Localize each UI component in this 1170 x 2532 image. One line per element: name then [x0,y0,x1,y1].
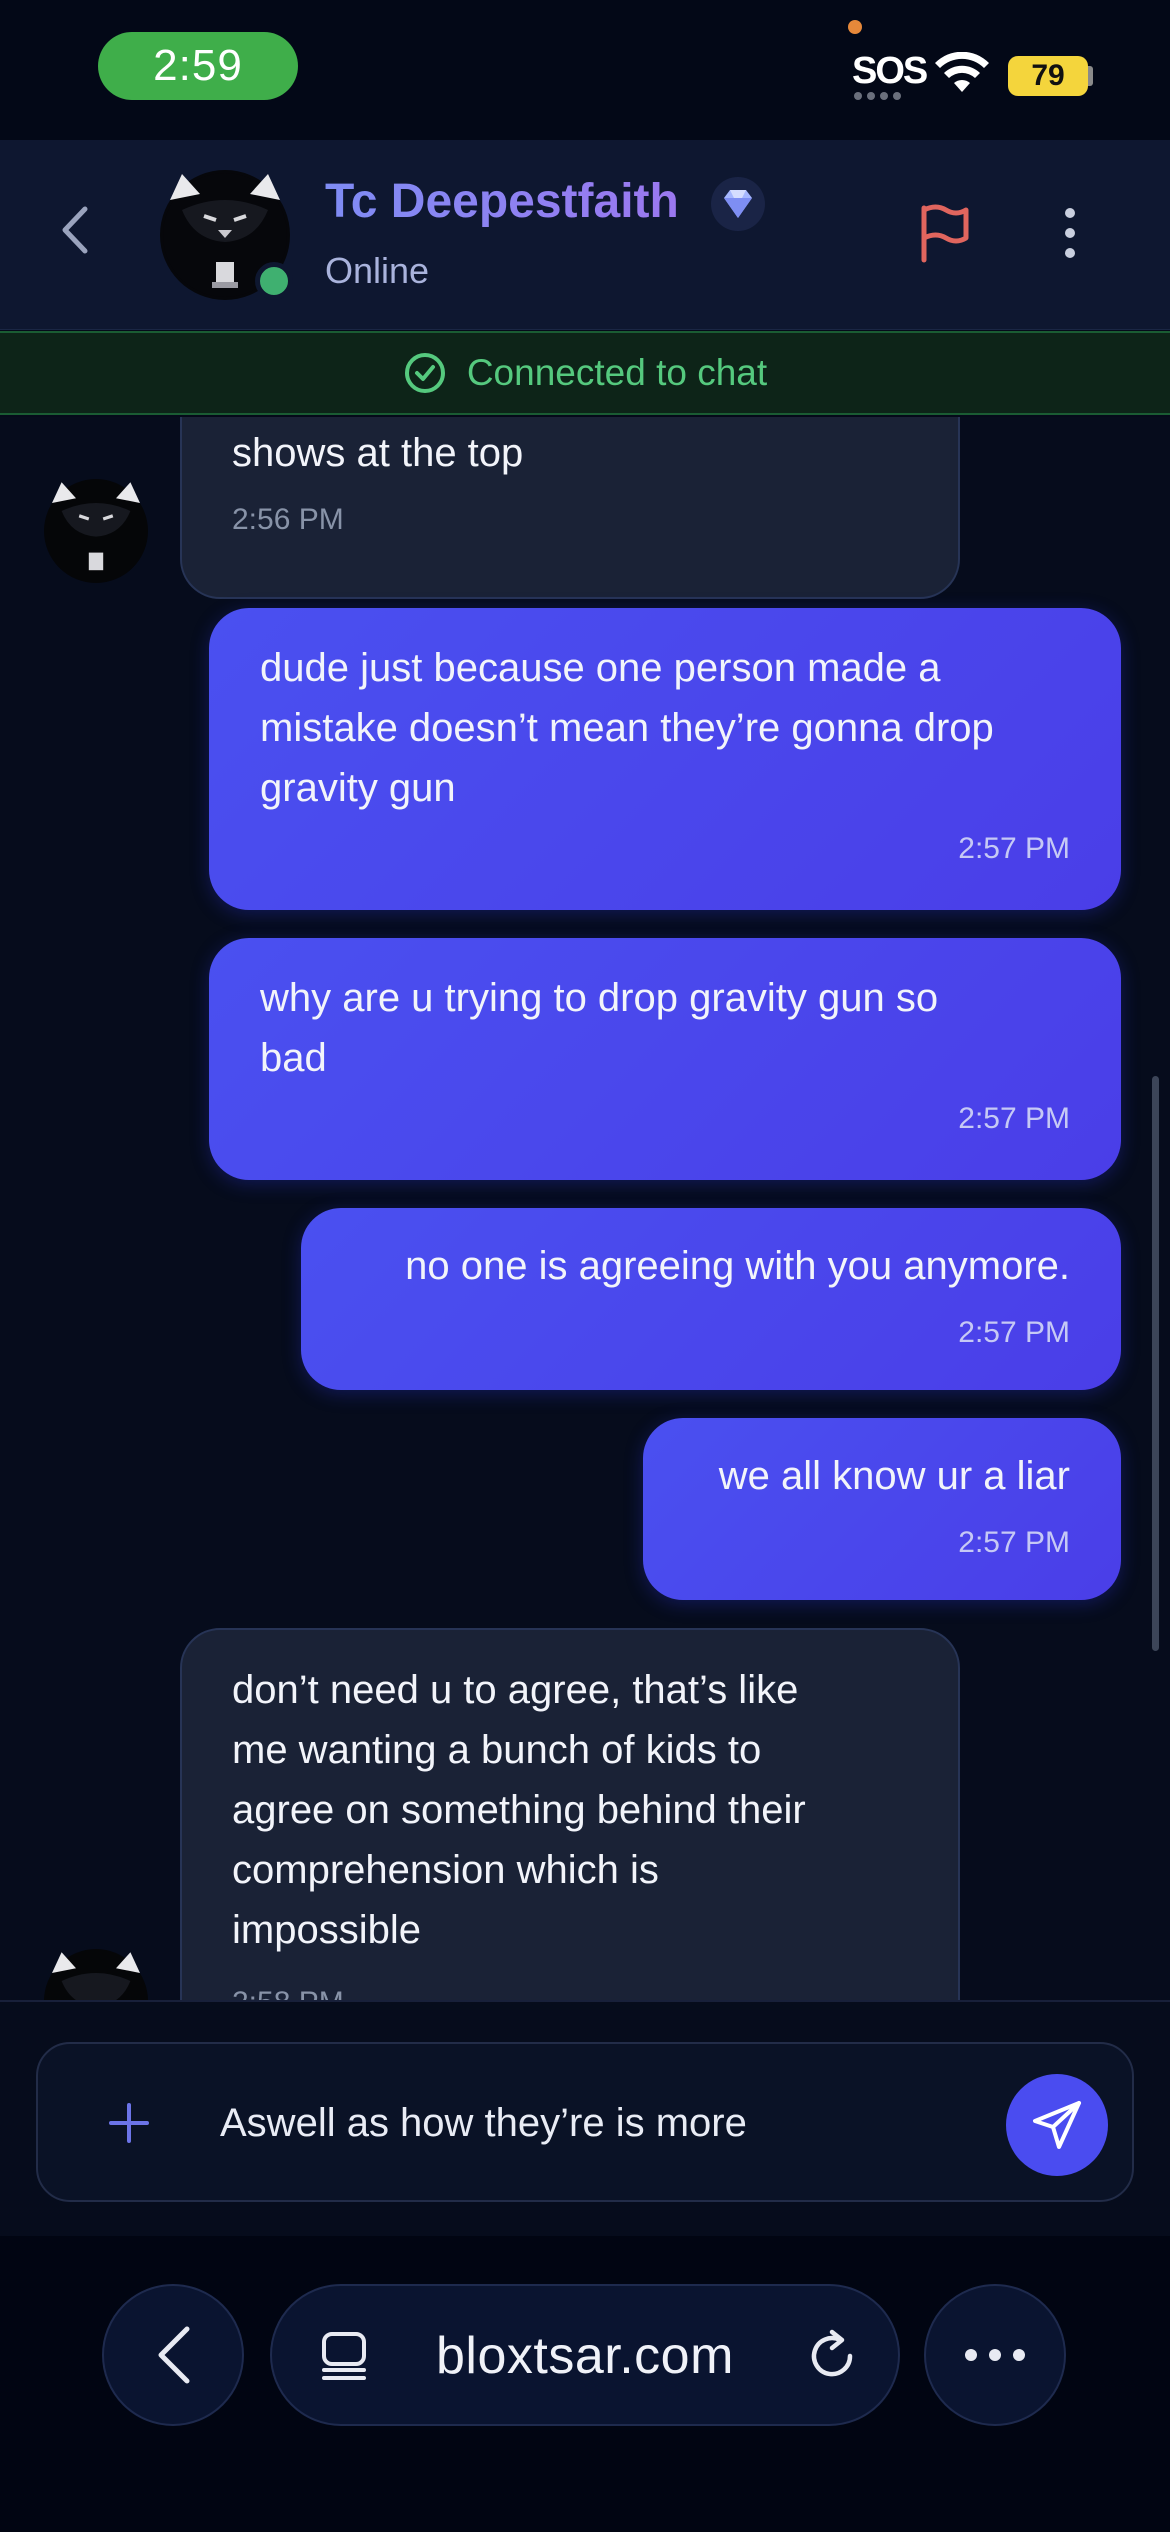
browser-toolbar: bloxtsar.com [0,2236,1170,2532]
url-text[interactable]: bloxtsar.com [436,2326,734,2386]
message-text: we all know ur a liar [718,1454,1070,1498]
wifi-icon [935,52,989,92]
chevron-left-icon [158,2326,190,2384]
plus-icon [109,2103,149,2143]
chevron-left-icon [62,206,88,254]
cat-avatar-icon [52,482,140,571]
connection-banner: Connected to chat [0,331,1170,415]
status-time: 2:59 [98,32,298,100]
address-bar[interactable]: bloxtsar.com [270,2284,900,2426]
message-time: 2:57 PM [958,832,1070,865]
more-vertical-icon [1065,208,1075,218]
chat-header: Tc Deepestfaith Online [0,140,1170,330]
more-options-button[interactable] [1040,200,1100,266]
message-composer [36,2042,1134,2202]
message-time: 2:57 PM [958,1316,1070,1349]
message-text: why are u trying to drop gravity gun so … [260,976,939,1080]
contact-name[interactable]: Tc Deepestfaith [325,174,679,229]
message-time: 2:56 PM [232,503,344,536]
diamond-badge-icon [711,177,765,231]
contact-status: Online [325,250,430,291]
send-button[interactable] [1006,2074,1108,2176]
scrollbar[interactable] [1152,1076,1159,1651]
message-outgoing[interactable]: no one is agreeing with you anymore. 2:5… [301,1208,1121,1390]
message-text: dude just because one person made a mist… [260,646,994,810]
browser-back-button[interactable] [102,2284,244,2426]
sender-avatar[interactable] [44,479,148,583]
attach-button[interactable] [94,2088,164,2158]
sos-label: SOS [852,50,928,92]
cat-avatar-icon [52,1952,140,2000]
reload-icon[interactable] [802,2326,862,2386]
message-outgoing[interactable]: dude just because one person made a mist… [209,608,1121,910]
connection-status-text: Connected to chat [466,352,768,393]
message-text: don’t need u to agree, that’s like me wa… [232,1668,806,1952]
battery-cap [1088,66,1093,86]
flag-icon [921,204,969,263]
message-incoming[interactable]: don’t need u to agree, that’s like me wa… [180,1628,960,2000]
message-time: 2:58 PM [232,1986,344,2000]
message-time: 2:57 PM [958,1102,1070,1135]
back-button[interactable] [44,200,104,260]
browser-more-button[interactable] [924,2284,1066,2426]
composer-area [0,2000,1170,2236]
signal-dots [854,92,901,100]
message-incoming[interactable]: shows at the top 2:56 PM [180,417,960,599]
message-input[interactable] [220,2078,1000,2168]
more-horizontal-icon [965,2349,977,2361]
message-time: 2:57 PM [958,1526,1070,1559]
sender-avatar[interactable] [44,1949,148,2000]
tabs-icon [322,2332,366,2380]
message-outgoing[interactable]: why are u trying to drop gravity gun so … [209,938,1121,1180]
message-outgoing[interactable]: we all know ur a liar 2:57 PM [643,1418,1121,1600]
battery-indicator: 79 [1008,56,1088,96]
send-icon [1033,2101,1081,2149]
message-text: shows at the top [232,431,524,475]
message-text: no one is agreeing with you anymore. [405,1244,1070,1288]
report-flag-button[interactable] [910,200,976,266]
privacy-indicator-dot [848,20,862,34]
message-list[interactable]: shows at the top 2:56 PM dude just becau… [0,417,1170,2000]
online-status-dot [255,262,293,300]
status-bar: 2:59 SOS 79 [0,0,1170,140]
check-circle-icon [404,353,445,393]
